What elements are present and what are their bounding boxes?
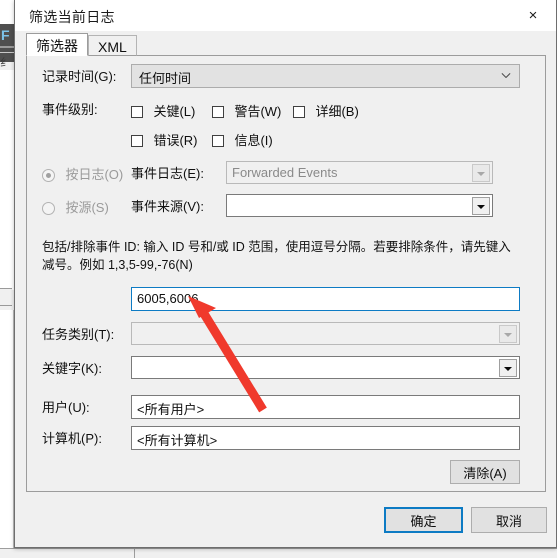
checkbox-box-information — [212, 135, 224, 147]
dropdown-button-event-source[interactable] — [472, 197, 490, 215]
radio-by-source[interactable]: 按源(S) — [42, 197, 109, 215]
keywords-label: 关键字(K): — [42, 361, 102, 376]
background-statusbar — [0, 548, 557, 558]
background-tree-panel — [0, 70, 15, 290]
event-source-combo[interactable] — [226, 194, 493, 217]
triangle-down-icon — [504, 367, 512, 371]
logged-time-label: 记录时间(G): — [42, 69, 117, 84]
computer-input[interactable]: <所有计算机> — [131, 426, 520, 450]
checkbox-box-critical — [131, 106, 143, 118]
checkbox-verbose[interactable]: 详细(B) — [293, 101, 359, 119]
keywords-combo[interactable] — [131, 356, 520, 379]
radio-dot-by-log — [42, 169, 55, 182]
user-label: 用户(U): — [42, 400, 90, 415]
logged-time-value: 任何时间 — [139, 71, 192, 86]
chevron-down-icon — [502, 72, 511, 81]
checkbox-information[interactable]: 信息(I) — [212, 130, 273, 148]
triangle-down-icon — [504, 333, 512, 337]
clear-button[interactable]: 清除(A) — [450, 460, 520, 484]
background-splitter[interactable] — [0, 288, 12, 306]
checkbox-warning[interactable]: 警告(W) — [212, 101, 282, 119]
background-statusbar-separator — [134, 548, 135, 558]
checkbox-label-warning: 警告(W) — [234, 104, 282, 119]
dropdown-button-keywords[interactable] — [499, 359, 517, 377]
computer-label: 计算机(P): — [42, 431, 102, 446]
cancel-button[interactable]: 取消 — [471, 507, 547, 533]
tab-filter[interactable]: 筛选器 — [26, 33, 88, 56]
tab-xml[interactable]: XML — [88, 35, 137, 56]
triangle-down-icon — [477, 205, 485, 209]
screen-root: F 纟 筛选当前日志 × 筛选器 XML 记录时间(G): 任何时间 事件级别:… — [0, 0, 557, 558]
computer-value: <所有计算机> — [137, 433, 218, 448]
checkbox-label-verbose: 详细(B) — [315, 104, 359, 119]
event-log-combo[interactable]: Forwarded Events — [226, 161, 493, 184]
user-input[interactable]: <所有用户> — [131, 395, 520, 419]
filter-dialog: 筛选当前日志 × 筛选器 XML 记录时间(G): 任何时间 事件级别: 关键(… — [14, 0, 557, 548]
task-category-label: 任务类别(T): — [42, 327, 115, 342]
logged-time-combo[interactable]: 任何时间 — [131, 64, 520, 88]
dialog-title: 筛选当前日志 — [29, 9, 115, 25]
filter-tab-page: 记录时间(G): 任何时间 事件级别: 关键(L) 警告(W) 详细(B) 错误… — [26, 55, 546, 492]
close-icon[interactable]: × — [510, 0, 556, 31]
background-app-icon: F — [1, 27, 10, 43]
radio-dot-by-source — [42, 202, 55, 215]
event-id-value: 6005,6006 — [137, 291, 199, 306]
checkbox-error[interactable]: 错误(R) — [131, 130, 198, 148]
background-divider-top — [0, 46, 14, 48]
dropdown-button-task-category[interactable] — [499, 325, 517, 343]
checkbox-label-error: 错误(R) — [153, 133, 198, 148]
event-id-input[interactable]: 6005,6006 — [131, 287, 520, 311]
checkbox-label-information: 信息(I) — [234, 133, 273, 148]
dropdown-button-event-log[interactable] — [472, 164, 490, 182]
event-level-label: 事件级别: — [42, 102, 98, 117]
checkbox-box-warning — [212, 106, 224, 118]
checkbox-label-critical: 关键(L) — [153, 104, 196, 119]
checkbox-box-verbose — [293, 106, 305, 118]
radio-by-log[interactable]: 按日志(O) — [42, 164, 124, 182]
ok-button[interactable]: 确定 — [384, 507, 463, 533]
task-category-combo[interactable] — [131, 322, 520, 345]
event-log-value: Forwarded Events — [232, 165, 338, 180]
checkbox-box-error — [131, 135, 143, 147]
background-divider-bottom — [0, 52, 14, 53]
background-lower-panel — [0, 310, 14, 548]
tabstrip: 筛选器 XML — [26, 33, 546, 56]
background-left-label: 纟 — [0, 57, 11, 69]
radio-label-by-log: 按日志(O) — [65, 167, 124, 182]
radio-label-by-source: 按源(S) — [65, 200, 109, 215]
dialog-titlebar: 筛选当前日志 × — [15, 0, 556, 31]
event-id-description: 包括/排除事件 ID: 输入 ID 号和/或 ID 范围，使用逗号分隔。若要排除… — [42, 240, 511, 272]
event-log-label: 事件日志(E): — [131, 166, 204, 181]
user-value: <所有用户> — [137, 402, 205, 417]
triangle-down-icon — [477, 172, 485, 176]
checkbox-critical[interactable]: 关键(L) — [131, 101, 196, 119]
event-source-label: 事件来源(V): — [131, 199, 204, 214]
